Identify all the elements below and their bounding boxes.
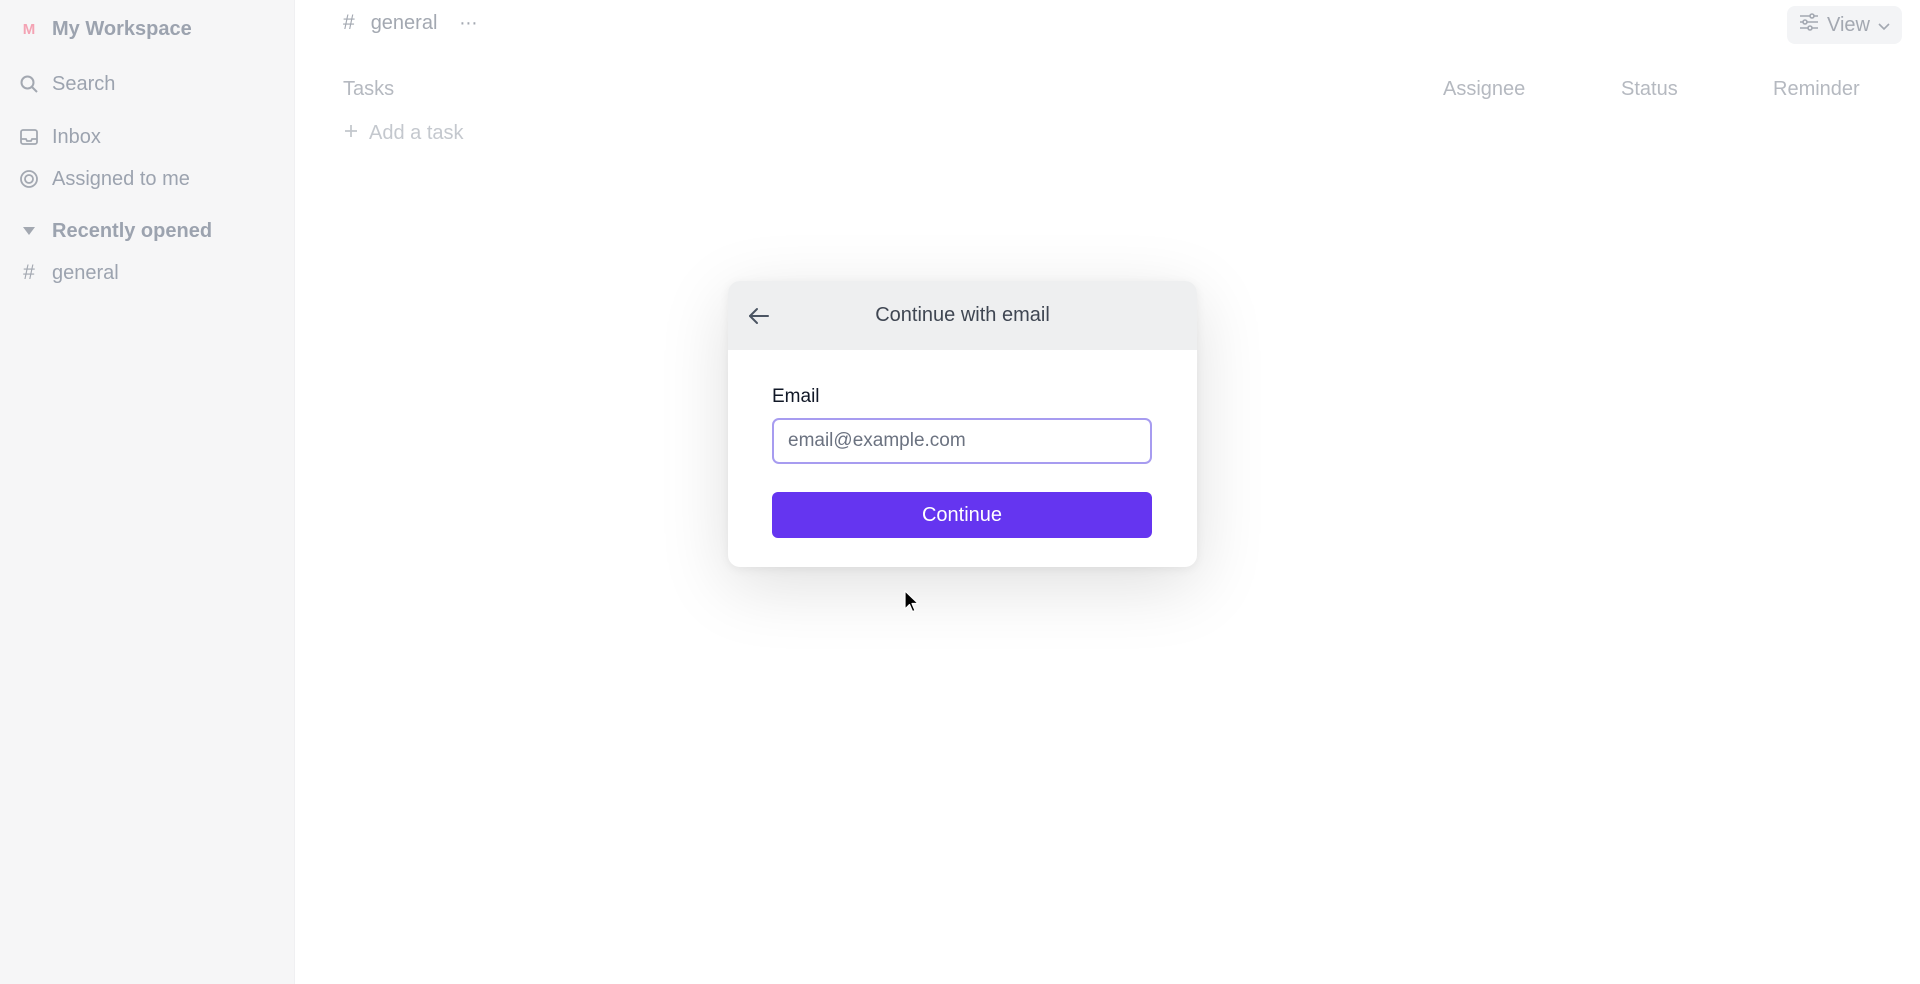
workspace-switcher[interactable]: M My Workspace [18,13,192,45]
add-task-button[interactable]: Add a task [343,122,464,145]
breadcrumb: # general ⋯ [343,8,478,38]
sidebar-item-label: Assigned to me [52,167,190,190]
sidebar-item-general[interactable]: # general [18,257,119,289]
plus-icon [343,122,359,145]
sidebar-section-recent[interactable]: Recently opened [18,215,212,247]
sidebar-search[interactable]: Search [18,68,115,100]
email-field[interactable] [772,418,1152,464]
sliders-icon [1799,13,1819,37]
hash-icon: # [23,261,35,284]
sidebar-item-assigned[interactable]: Assigned to me [18,163,190,195]
app-root: M My Workspace Search Inbox Assigned to … [0,0,1920,984]
continue-button[interactable]: Continue [772,492,1152,538]
sidebar: M My Workspace Search Inbox Assigned to … [0,0,295,984]
dialog-header: Continue with email [728,281,1197,350]
column-header-assignee[interactable]: Assignee [1443,78,1525,101]
caret-down-icon [18,220,40,242]
sidebar-item-label: general [52,261,119,284]
sidebar-section-label: Recently opened [52,219,213,242]
add-task-label: Add a task [369,122,464,144]
column-header-status[interactable]: Status [1621,78,1678,101]
sidebar-item-label: Inbox [52,125,101,148]
chevron-down-icon [1878,14,1890,37]
email-label: Email [772,386,820,407]
column-header-tasks: Tasks [343,78,395,100]
more-options-icon[interactable]: ⋯ [459,13,478,34]
workspace-avatar: M [22,20,36,38]
sidebar-search-label: Search [52,72,116,95]
email-dialog: Continue with email Email Continue [728,281,1197,567]
mouse-cursor-icon [904,590,919,613]
dialog-title: Continue with email [875,304,1050,326]
column-header-reminder[interactable]: Reminder [1773,78,1860,101]
view-button[interactable]: View [1787,6,1902,44]
target-icon [18,168,40,190]
back-button[interactable] [744,301,774,331]
view-button-label: View [1827,13,1870,36]
inbox-icon [18,126,40,148]
hash-icon: # [343,11,355,34]
sidebar-item-inbox[interactable]: Inbox [18,121,101,153]
channel-name[interactable]: general [371,12,438,35]
arrow-left-icon [749,308,769,324]
workspace-name: My Workspace [52,17,192,40]
search-icon [18,73,40,95]
